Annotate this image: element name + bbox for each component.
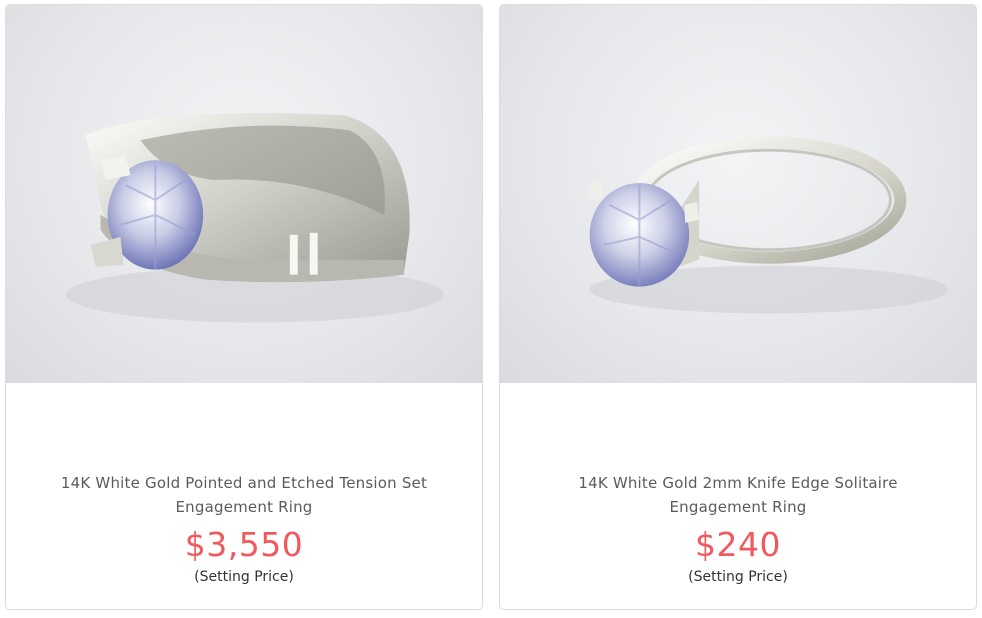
- product-price: $3,550: [184, 525, 304, 564]
- solitaire-ring-image[interactable]: [500, 5, 976, 383]
- tension-set-ring-image[interactable]: [6, 5, 482, 383]
- ring-photo-graphic: [65, 112, 445, 323]
- product-title[interactable]: 14K White Gold 2mm Knife Edge Solitaire …: [540, 471, 936, 519]
- product-info: 14K White Gold 2mm Knife Edge Solitaire …: [500, 383, 976, 609]
- price-note: (Setting Price): [194, 569, 294, 585]
- product-card[interactable]: 14K White Gold 2mm Knife Edge Solitaire …: [499, 4, 977, 610]
- price-note: (Setting Price): [688, 569, 788, 585]
- product-card[interactable]: 14K White Gold Pointed and Etched Tensio…: [5, 4, 483, 610]
- product-price: $240: [695, 525, 781, 564]
- ring-photo-graphic: [587, 136, 949, 314]
- product-title[interactable]: 14K White Gold Pointed and Etched Tensio…: [46, 471, 442, 519]
- product-info: 14K White Gold Pointed and Etched Tensio…: [6, 383, 482, 609]
